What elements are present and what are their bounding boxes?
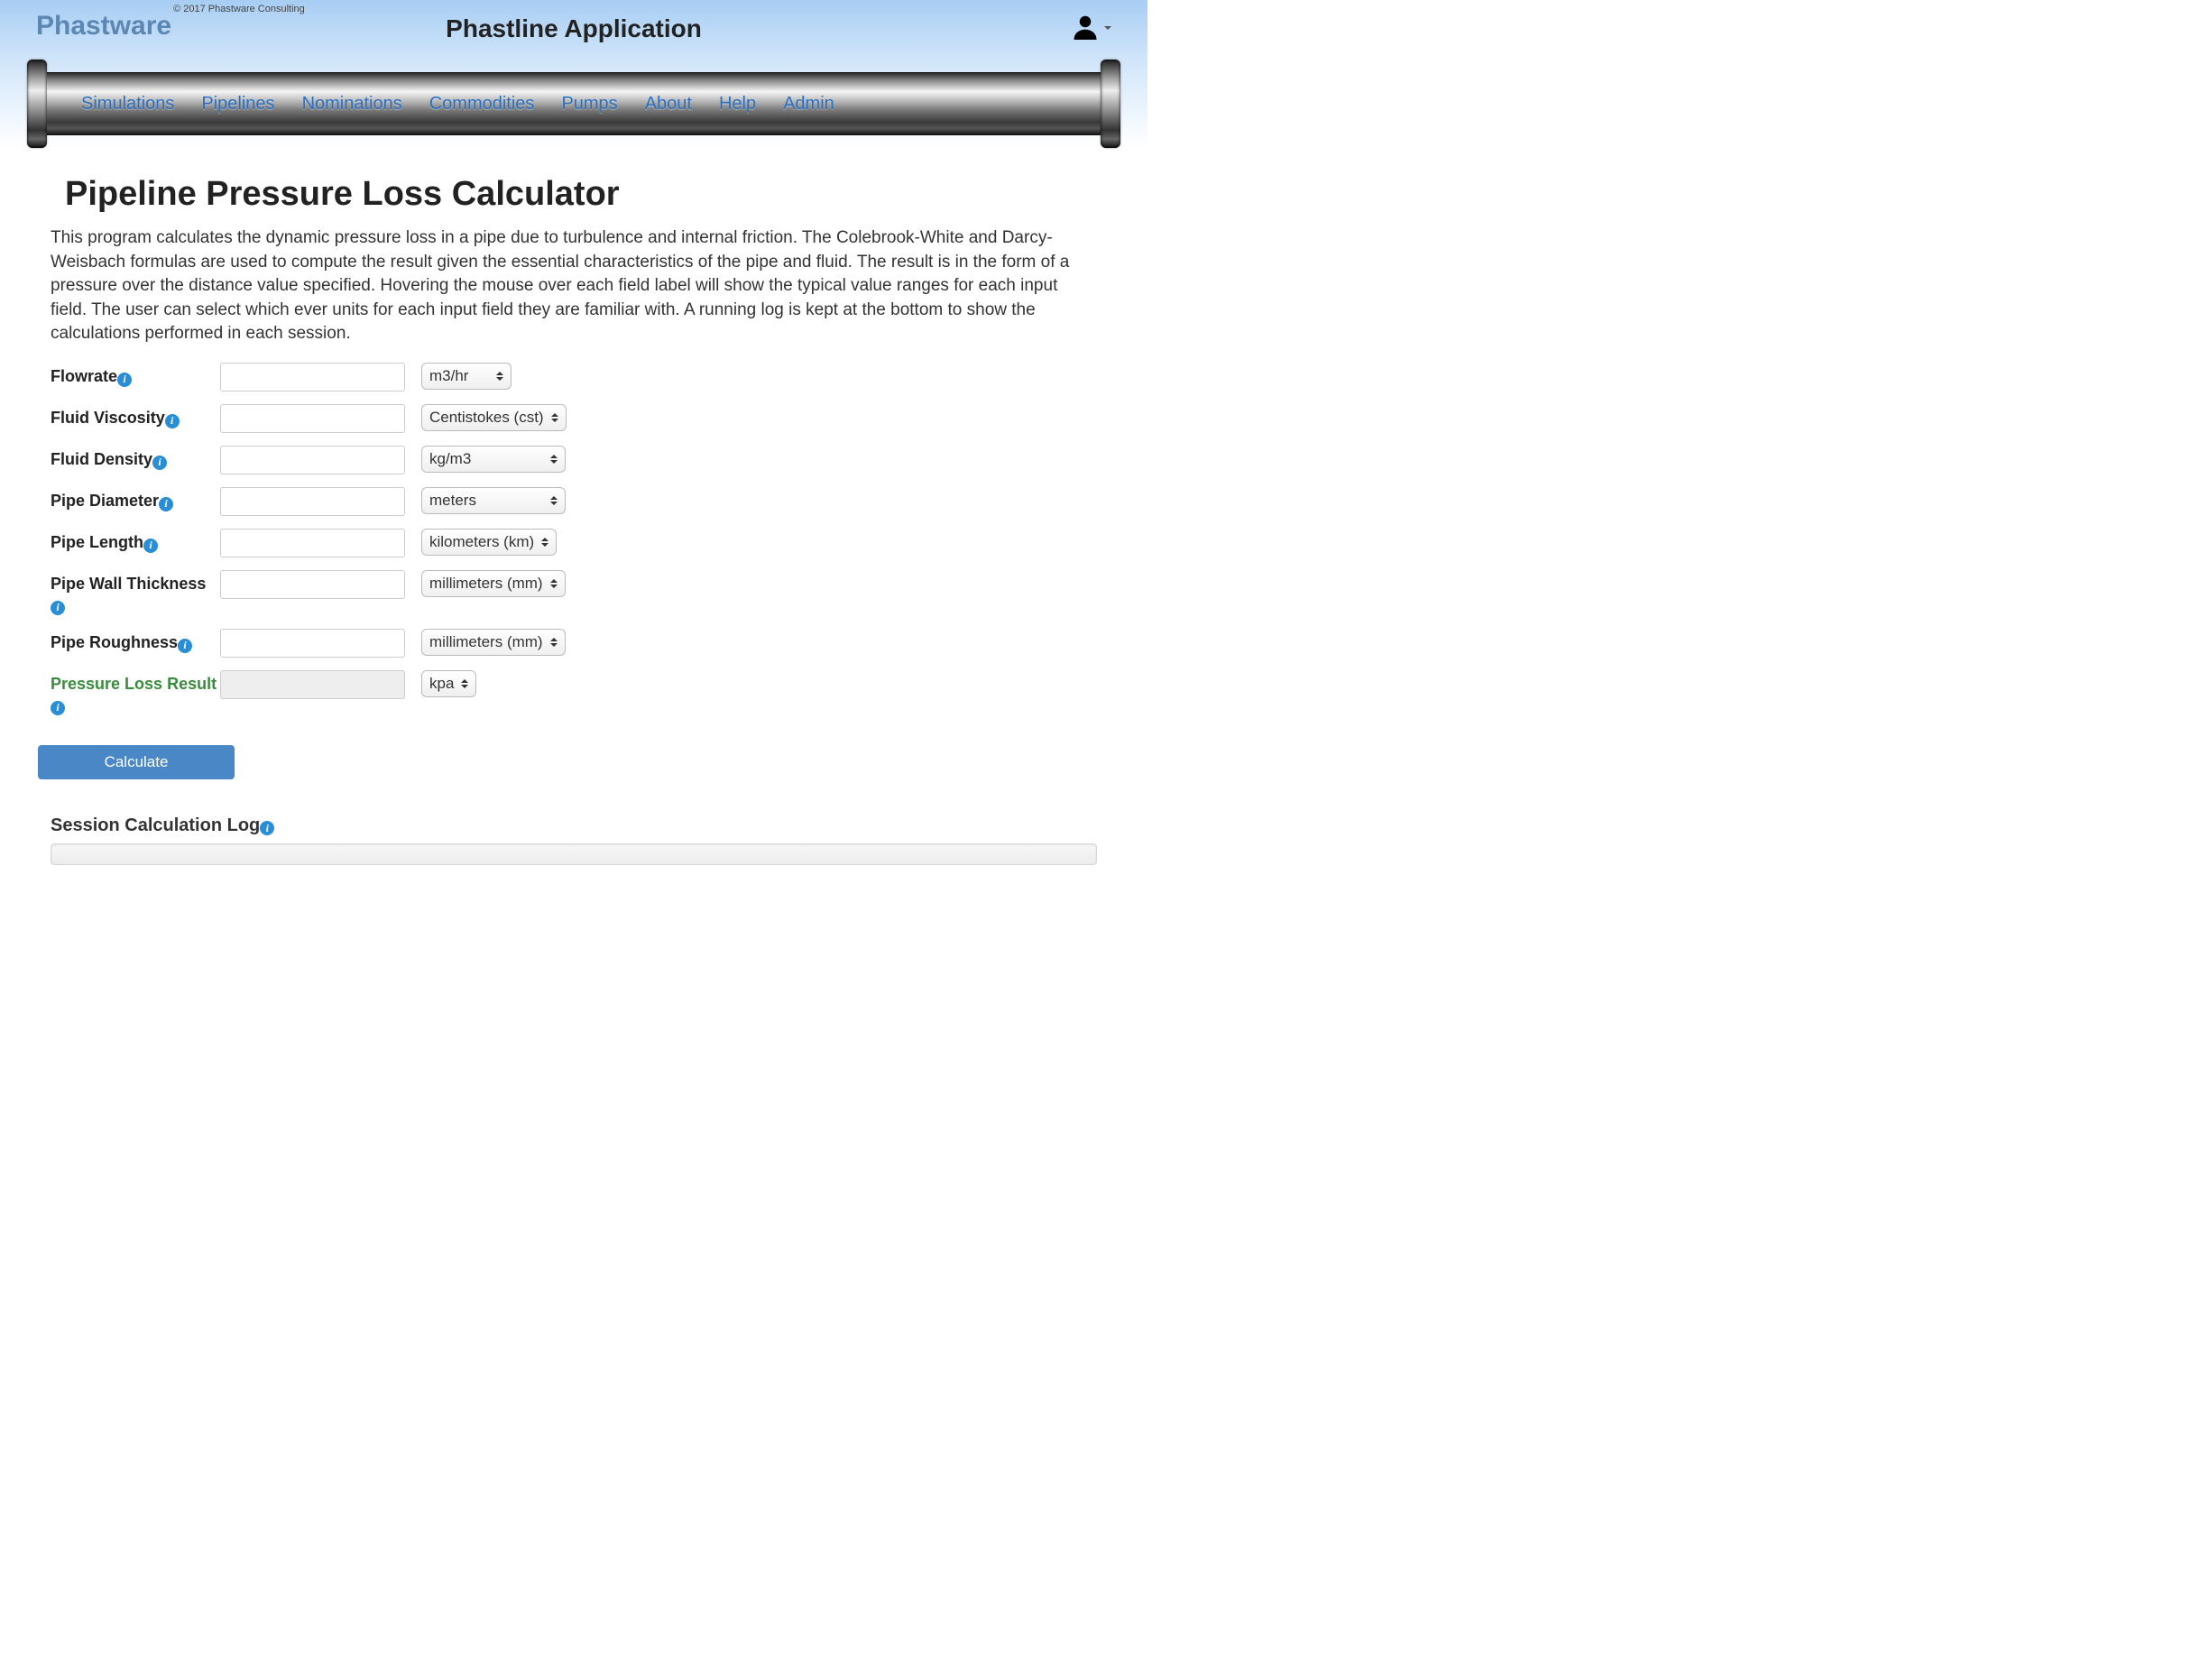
wall-thickness-unit-select[interactable]: millimeters (mm) — [421, 570, 566, 597]
viscosity-label: Fluid Viscosityi — [51, 404, 220, 428]
diameter-input[interactable] — [220, 487, 405, 516]
page-title: Pipeline Pressure Loss Calculator — [65, 175, 1097, 214]
density-label: Fluid Densityi — [51, 446, 220, 470]
info-icon[interactable]: i — [117, 373, 132, 387]
user-menu-dropdown[interactable] — [1072, 13, 1111, 40]
wall-thickness-label: Pipe Wall Thicknessi — [51, 570, 220, 616]
calculate-button[interactable]: Calculate — [38, 745, 235, 779]
brand-logo[interactable]: Phastware — [36, 11, 171, 41]
pipe-flange-left — [27, 60, 47, 148]
result-output — [220, 670, 405, 699]
viscosity-unit-select[interactable]: Centistokes (cst) — [421, 404, 567, 431]
flowrate-input[interactable] — [220, 363, 405, 391]
session-log-area[interactable] — [51, 843, 1097, 865]
info-icon[interactable]: i — [260, 821, 274, 835]
density-unit-select[interactable]: kg/m3 — [421, 446, 566, 473]
nav-nominations[interactable]: Nominations — [302, 94, 402, 115]
diameter-unit-select[interactable]: meters — [421, 487, 566, 514]
result-unit-select[interactable]: kpa — [421, 670, 476, 697]
info-icon[interactable]: i — [165, 414, 180, 428]
roughness-unit-select[interactable]: millimeters (mm) — [421, 629, 566, 656]
copyright-text: © 2017 Phastware Consulting — [173, 4, 305, 14]
info-icon[interactable]: i — [159, 497, 173, 511]
flowrate-label: Flowratei — [51, 363, 220, 387]
density-input[interactable] — [220, 446, 405, 474]
main-nav: Simulations Pipelines Nominations Commod… — [27, 60, 1120, 148]
nav-help[interactable]: Help — [719, 94, 756, 115]
flowrate-unit-select[interactable]: m3/hr — [421, 363, 512, 390]
length-unit-select[interactable]: kilometers (km) — [421, 529, 557, 556]
session-log-title: Session Calculation Logi — [51, 815, 1097, 836]
info-icon[interactable]: i — [51, 601, 65, 615]
info-icon[interactable]: i — [152, 456, 167, 470]
nav-about[interactable]: About — [645, 94, 692, 115]
viscosity-input[interactable] — [220, 404, 405, 433]
result-label: Pressure Loss Resulti — [51, 670, 220, 716]
info-icon[interactable]: i — [143, 539, 158, 553]
page-description: This program calculates the dynamic pres… — [51, 226, 1097, 346]
diameter-label: Pipe Diameteri — [51, 487, 220, 511]
length-input[interactable] — [220, 529, 405, 557]
roughness-input[interactable] — [220, 629, 405, 658]
caret-down-icon — [1104, 26, 1111, 30]
nav-simulations[interactable]: Simulations — [81, 94, 174, 115]
info-icon[interactable]: i — [178, 639, 192, 653]
info-icon[interactable]: i — [51, 701, 65, 715]
nav-admin[interactable]: Admin — [783, 94, 834, 115]
wall-thickness-input[interactable] — [220, 570, 405, 599]
user-icon — [1072, 13, 1099, 40]
nav-pipelines[interactable]: Pipelines — [201, 94, 274, 115]
roughness-label: Pipe Roughnessi — [51, 629, 220, 653]
pipe-flange-right — [1101, 60, 1120, 148]
app-title: Phastline Application — [446, 14, 702, 43]
nav-pumps[interactable]: Pumps — [561, 94, 617, 115]
length-label: Pipe Lengthi — [51, 529, 220, 553]
nav-commodities[interactable]: Commodities — [429, 94, 535, 115]
